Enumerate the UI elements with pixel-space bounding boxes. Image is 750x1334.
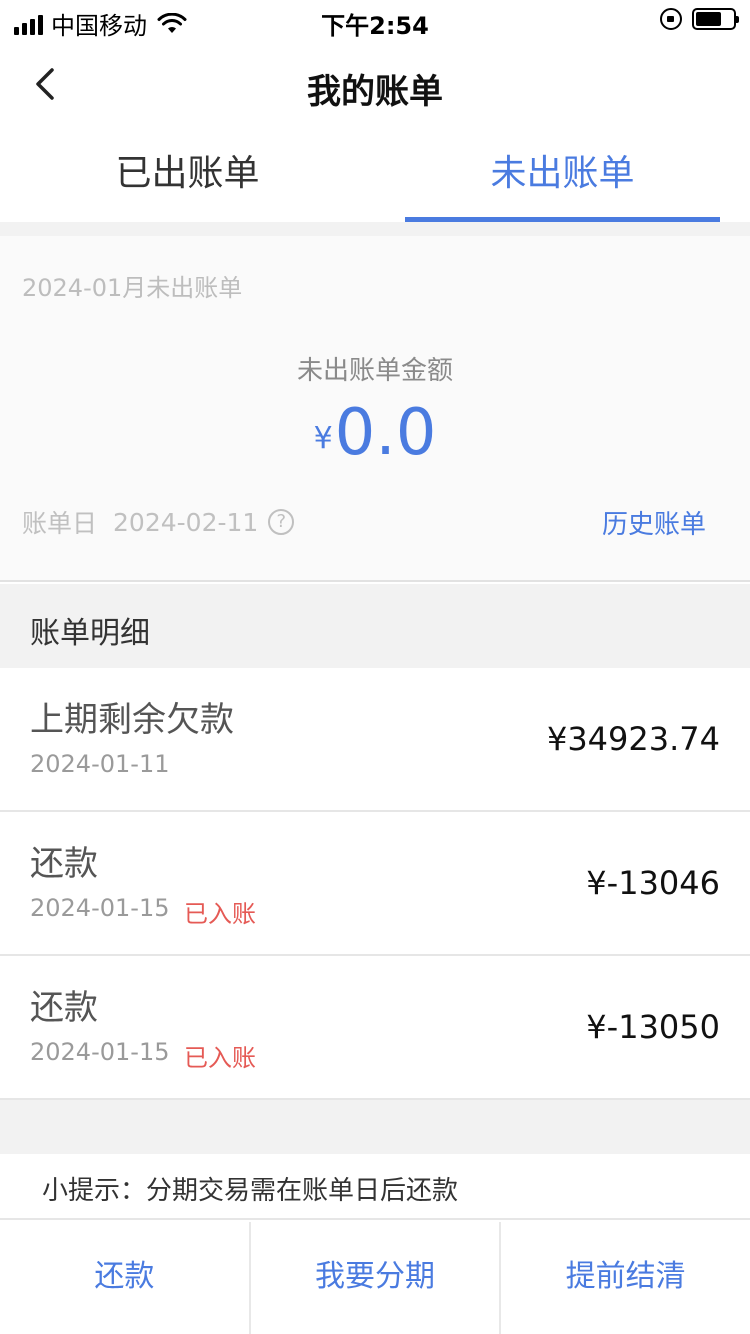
item-title: 还款 [30, 988, 98, 1028]
bill-tabs: 已出账单 未出账单 [0, 130, 750, 222]
installment-button[interactable]: 我要分期 [251, 1222, 502, 1334]
unissued-amount: ¥0.0 [0, 396, 750, 470]
item-title: 上期剩余欠款 [30, 700, 234, 740]
page-title: 我的账单 [307, 72, 443, 112]
tip-text: 小提示：分期交易需在账单日后还款 [42, 1176, 459, 1206]
detail-header-title: 账单明细 [30, 616, 150, 651]
item-date: 2024-01-11 [30, 750, 170, 778]
item-title: 还款 [30, 844, 98, 884]
list-item[interactable]: 还款 2024-01-15 已入账 ¥-13046 [0, 812, 750, 956]
battery-icon [692, 8, 739, 30]
currency-symbol: ¥ [313, 421, 333, 456]
bill-summary: 2024-01月未出账单 未出账单金额 ¥0.0 账单日 2024-02-11 … [0, 236, 750, 582]
history-bill-link[interactable]: 历史账单 [602, 504, 706, 541]
list-item[interactable]: 上期剩余欠款 2024-01-11 ¥34923.74 [0, 668, 750, 812]
status-time: 下午2:54 [321, 12, 429, 40]
list-item[interactable]: 还款 2024-01-15 已入账 ¥-13050 [0, 956, 750, 1100]
repay-button[interactable]: 还款 [0, 1222, 251, 1334]
item-date: 2024-01-15 [30, 1038, 170, 1066]
item-amount: ¥-13050 [586, 1008, 720, 1046]
bill-day-value: 2024-02-11 [113, 507, 259, 537]
tip-bar: 小提示：分期交易需在账单日后还款 [0, 1154, 750, 1220]
bottom-actions: 还款 我要分期 提前结清 [0, 1222, 750, 1334]
help-icon[interactable]: ? [268, 509, 295, 535]
tab-unissued-bill[interactable]: 未出账单 [375, 130, 750, 222]
month-label: 2024-01月未出账单 [22, 274, 243, 302]
item-amount: ¥-13046 [586, 864, 720, 902]
tab-issued-bill[interactable]: 已出账单 [0, 130, 375, 222]
item-date: 2024-01-15 [30, 894, 170, 922]
rotation-lock-icon [660, 8, 682, 30]
item-amount: ¥34923.74 [546, 720, 720, 758]
bill-day: 账单日 2024-02-11 ? [22, 504, 295, 540]
item-status-badge: 已入账 [184, 1044, 256, 1072]
detail-header: 账单明细 [0, 584, 750, 668]
section-divider [0, 222, 750, 236]
bill-day-label: 账单日 [22, 509, 98, 538]
amount-label: 未出账单金额 [296, 356, 453, 386]
status-bar: 中国移动 下午2:54 [0, 0, 750, 40]
item-status-badge: 已入账 [184, 900, 256, 928]
nav-bar: 我的账单 [0, 40, 750, 130]
amount-value: 0.0 [334, 396, 437, 470]
spacer [0, 1100, 750, 1154]
status-right [660, 8, 739, 30]
early-settle-button[interactable]: 提前结清 [501, 1222, 750, 1334]
detail-list: 上期剩余欠款 2024-01-11 ¥34923.74 还款 2024-01-1… [0, 668, 750, 1100]
